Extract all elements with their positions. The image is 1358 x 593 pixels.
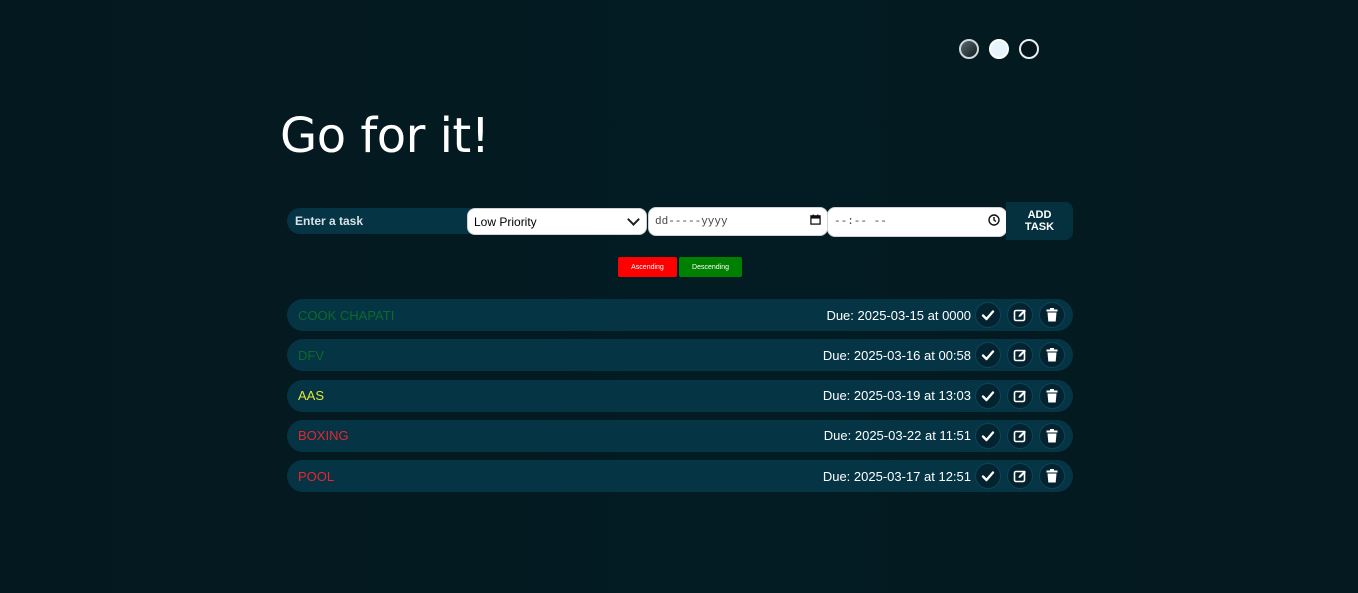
edit-button[interactable] bbox=[1007, 422, 1033, 449]
task-due: Due: 2025-03-15 at 0000 bbox=[826, 307, 971, 323]
add-task-label-line2: TASK bbox=[1024, 221, 1055, 233]
task-row: AAS Due: 2025-03-19 at 13:03 bbox=[287, 379, 1073, 412]
check-icon bbox=[981, 389, 995, 403]
task-form: Low Priority dd-----yyyy --:-- -- ADD TA… bbox=[287, 202, 1073, 240]
task-row: POOL Due: 2025-03-17 at 12:51 bbox=[287, 460, 1073, 492]
theme-dark-button[interactable] bbox=[959, 39, 979, 59]
trash-icon bbox=[1046, 428, 1058, 443]
chevron-down-icon bbox=[627, 213, 640, 226]
task-actions bbox=[975, 463, 1065, 489]
edit-button[interactable] bbox=[1007, 302, 1033, 328]
sort-descending-button[interactable]: Descending bbox=[679, 257, 742, 277]
task-list: COOK CHAPATI Due: 2025-03-15 at 0000 DFV… bbox=[287, 299, 1073, 500]
date-input[interactable]: dd-----yyyy bbox=[648, 207, 828, 236]
edit-icon bbox=[1013, 469, 1027, 483]
delete-button[interactable] bbox=[1039, 463, 1065, 489]
complete-button[interactable] bbox=[975, 302, 1001, 328]
delete-button[interactable] bbox=[1039, 302, 1065, 328]
edit-icon bbox=[1013, 429, 1027, 443]
edit-button[interactable] bbox=[1007, 463, 1033, 489]
task-row: DFV Due: 2025-03-16 at 00:58 bbox=[287, 339, 1073, 372]
check-icon bbox=[981, 429, 995, 443]
task-actions bbox=[975, 422, 1065, 449]
task-name: BOXING bbox=[298, 428, 349, 444]
trash-icon bbox=[1046, 348, 1058, 362]
task-name: POOL bbox=[298, 468, 335, 484]
add-task-label-line1: ADD bbox=[1027, 209, 1052, 221]
task-due: Due: 2025-03-19 at 13:03 bbox=[822, 388, 971, 403]
task-actions bbox=[975, 342, 1065, 369]
edit-button[interactable] bbox=[1007, 382, 1033, 409]
task-name: COOK CHAPATI bbox=[298, 307, 395, 323]
complete-button[interactable] bbox=[975, 382, 1001, 409]
sort-ascending-button[interactable]: Ascending bbox=[618, 257, 677, 277]
trash-icon bbox=[1046, 388, 1058, 403]
page-title: Go for it! bbox=[280, 108, 490, 164]
task-due: Due: 2025-03-17 at 12:51 bbox=[822, 468, 971, 484]
theme-night-button[interactable] bbox=[1019, 39, 1039, 59]
sort-controls: Ascending Descending bbox=[618, 257, 742, 277]
theme-switcher bbox=[959, 39, 1039, 59]
delete-button[interactable] bbox=[1039, 422, 1065, 449]
task-row: BOXING Due: 2025-03-22 at 11:51 bbox=[287, 419, 1073, 452]
trash-icon bbox=[1046, 308, 1058, 322]
edit-icon bbox=[1013, 389, 1027, 403]
edit-icon bbox=[1013, 348, 1027, 362]
task-input[interactable] bbox=[287, 208, 471, 234]
delete-button[interactable] bbox=[1039, 382, 1065, 409]
task-due: Due: 2025-03-22 at 11:51 bbox=[823, 428, 971, 444]
calendar-icon[interactable] bbox=[810, 214, 821, 229]
trash-icon bbox=[1046, 469, 1058, 483]
task-name: DFV bbox=[298, 347, 324, 363]
complete-button[interactable] bbox=[975, 342, 1001, 369]
clock-icon[interactable] bbox=[988, 214, 1000, 230]
date-input-placeholder: dd-----yyyy bbox=[655, 215, 728, 228]
theme-light-button[interactable] bbox=[989, 39, 1009, 59]
check-icon bbox=[981, 469, 995, 483]
check-icon bbox=[981, 308, 995, 322]
complete-button[interactable] bbox=[975, 463, 1001, 489]
task-actions bbox=[975, 382, 1065, 409]
edit-icon bbox=[1013, 308, 1027, 322]
priority-select[interactable]: Low Priority bbox=[467, 208, 647, 235]
edit-button[interactable] bbox=[1007, 342, 1033, 369]
delete-button[interactable] bbox=[1039, 342, 1065, 369]
check-icon bbox=[981, 348, 995, 362]
priority-select-value: Low Priority bbox=[474, 214, 537, 229]
time-input-placeholder: --:-- -- bbox=[834, 216, 887, 228]
task-row: COOK CHAPATI Due: 2025-03-15 at 0000 bbox=[287, 299, 1073, 331]
complete-button[interactable] bbox=[975, 422, 1001, 449]
time-input[interactable]: --:-- -- bbox=[827, 207, 1007, 237]
task-due: Due: 2025-03-16 at 00:58 bbox=[822, 347, 971, 363]
add-task-button[interactable]: ADD TASK bbox=[1006, 202, 1073, 240]
task-name: AAS bbox=[298, 388, 325, 403]
task-actions bbox=[975, 302, 1065, 328]
